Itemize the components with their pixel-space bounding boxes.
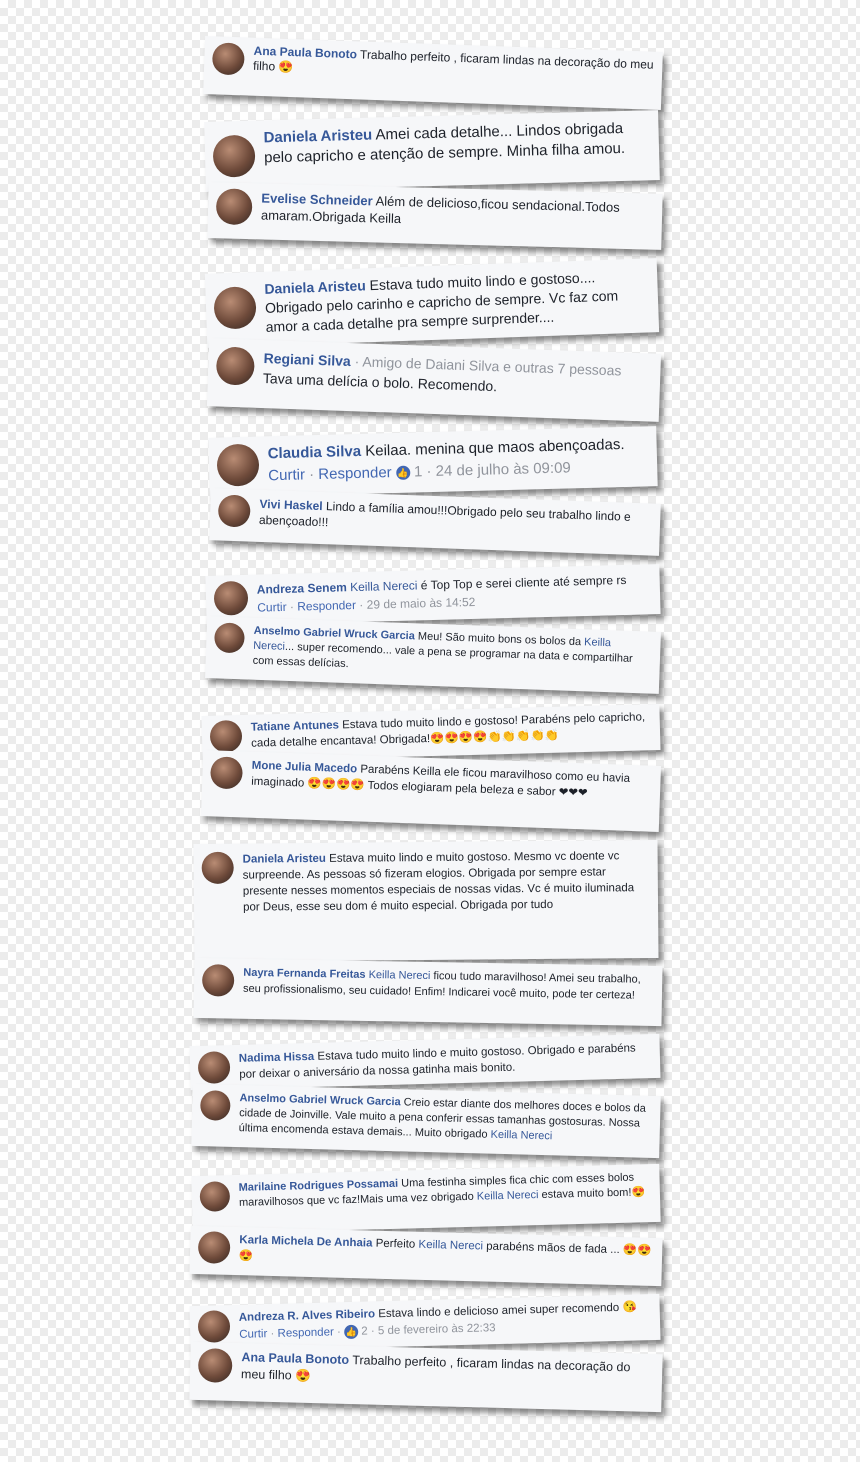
commenter-name[interactable]: Andreza Senem [257,580,347,596]
avatar [216,443,260,487]
comment-date[interactable]: 24 de julho às 09:09 [435,459,571,480]
commenter-name[interactable]: Evelise Schneider [261,190,373,208]
avatar [197,1348,233,1383]
like-link[interactable]: Curtir [257,600,287,615]
comment-card: Mone Julia Macedo Parabéns Keilla ele fi… [200,750,662,832]
comment-card: Ana Paula Bonoto Trabalho perfeito , fic… [203,36,663,110]
avatar [217,494,251,528]
comment-card: Evelise Schneider Além de delicioso,fico… [207,182,663,250]
avatar [213,622,245,654]
commenter-name[interactable]: Mone Julia Macedo [252,760,358,776]
like-link[interactable]: Curtir [268,466,305,484]
commenter-name[interactable]: Vivi Haskel [259,497,323,513]
thumbs-up-icon: 👍 [395,465,411,481]
comment-date[interactable]: 29 de maio às 14:52 [366,595,475,612]
comment-card: Regiani Silva · Amigo de Daiani Silva e … [206,338,662,422]
avatar [197,1051,231,1084]
comment-text-continued: estava muito bom!😍 [541,1186,646,1201]
avatar [209,719,243,753]
commenter-name[interactable]: Ana Paula Bonoto [241,1350,349,1367]
comment-text: Perfeito [375,1237,416,1251]
mention-link[interactable]: Keilla Nereci [369,969,431,982]
comment-card: Daniela Aristeu Estava muito lindo e mui… [193,839,659,963]
avatar [212,134,256,178]
avatar [197,1310,231,1343]
commenter-name[interactable]: Andreza R. Alves Ribeiro [239,1308,376,1324]
avatar [201,964,235,997]
commenter-name[interactable]: Nadima Hissa [239,1051,315,1065]
like-count[interactable]: 1 [414,463,423,480]
commenter-name[interactable]: Daniela Aristeu [243,853,326,866]
comment-date[interactable]: 5 de fevereiro às 22:33 [378,1322,496,1337]
comment-card: Claudia Silva Keilaa. menina que maos ab… [208,426,658,498]
avatar [215,346,256,386]
commenter-name[interactable]: Nayra Fernanda Freitas [243,967,365,981]
comment-card: Daniela Aristeu Estava tudo muito lindo … [204,258,660,348]
like-count[interactable]: 2 [361,1326,368,1338]
comment-card: Daniela Aristeu Amei cada detalhe... Lin… [204,110,660,192]
comment-card: Vivi Haskel Lindo a família amou!!!Obrig… [209,488,661,556]
thumbs-up-icon: 👍 [343,1324,359,1340]
comment-card: Nayra Fernanda Freitas Keilla Nereci fic… [193,957,663,1027]
avatar [211,42,245,76]
commenter-name[interactable]: Daniela Aristeu [263,127,372,147]
commenter-name[interactable]: Regiani Silva [263,350,351,369]
avatar [197,1231,231,1264]
avatar [201,851,234,884]
commenter-name[interactable]: Anselmo Gabriel Wruck Garcia [239,1092,400,1108]
commenter-name[interactable]: Daniela Aristeu [264,277,366,297]
mention-link[interactable]: Keilla Nereci [350,578,418,594]
comment-text: Keilaa. menina que maos abençoadas. [365,435,625,460]
avatar [213,580,249,616]
avatar [199,1181,231,1212]
avatar [213,286,257,330]
comment-card: Andreza Senem Keilla Nereci é Top Top e … [205,564,661,626]
avatar [199,1090,231,1121]
commenter-name[interactable]: Karla Michela De Anhaia [239,1234,372,1249]
reply-link[interactable]: Responder [318,464,392,483]
commenter-name[interactable]: Marilaine Rodrigues Possamai [238,1178,398,1194]
mention-link[interactable]: Keilla Nereci [418,1239,483,1253]
comment-card: Karla Michela De Anhaia Perfeito Keilla … [189,1225,663,1287]
avatar [215,188,253,226]
comment-card: Nadima Hissa Estava tudo muito lindo e m… [189,1033,661,1091]
comment-card: Ana Paula Bonoto Trabalho perfeito , fic… [189,1341,663,1413]
commenter-name[interactable]: Claudia Silva [268,443,362,462]
avatar [209,756,244,790]
reply-link[interactable]: Responder [277,1326,334,1339]
comment-text: Estava lindo e delicioso amei super reco… [378,1301,637,1321]
comment-card: Marilaine Rodrigues Possamai Uma festinh… [191,1163,661,1235]
commenter-name[interactable]: Tatiane Antunes [251,719,339,733]
mention-link[interactable]: Keilla Nereci [490,1129,552,1143]
mention-link[interactable]: Keilla Nereci [477,1189,539,1203]
reply-link[interactable]: Responder [297,598,356,614]
comment-card: Anselmo Gabriel Wruck Garcia Creio estar… [191,1083,661,1159]
comment-card: Anselmo Gabriel Wruck Garcia Meu! São mu… [205,616,661,694]
like-link[interactable]: Curtir [239,1328,267,1341]
comment-text: é Top Top e serei cliente até sempre rs [420,572,627,593]
